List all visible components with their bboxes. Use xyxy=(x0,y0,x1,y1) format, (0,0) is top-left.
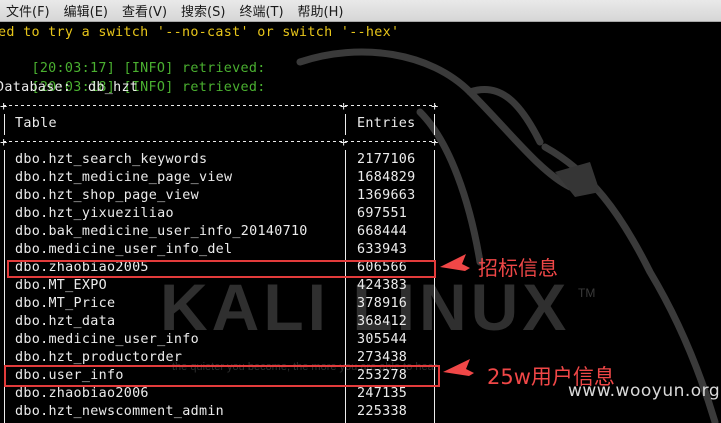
arrow-icon xyxy=(440,254,470,271)
menu-file[interactable]: 文件(F) xyxy=(0,1,58,20)
arrow-icon xyxy=(443,359,474,376)
menu-view[interactable]: 查看(V) xyxy=(116,1,175,20)
terminal-output[interactable]: KALI LINUX TM the quieter you become, th… xyxy=(0,22,721,423)
annotation-bidding-info: 招标信息 xyxy=(478,256,558,280)
menu-bar: 文件(F) 编辑(E) 查看(V) 搜索(S) 终端(T) 帮助(H) xyxy=(0,0,721,22)
menu-help[interactable]: 帮助(H) xyxy=(292,1,352,20)
menu-edit[interactable]: 编辑(E) xyxy=(58,1,116,20)
watermark: www.wooyun.org xyxy=(568,381,721,401)
menu-terminal[interactable]: 终端(T) xyxy=(233,1,291,20)
menu-search[interactable]: 搜索(S) xyxy=(175,1,233,20)
